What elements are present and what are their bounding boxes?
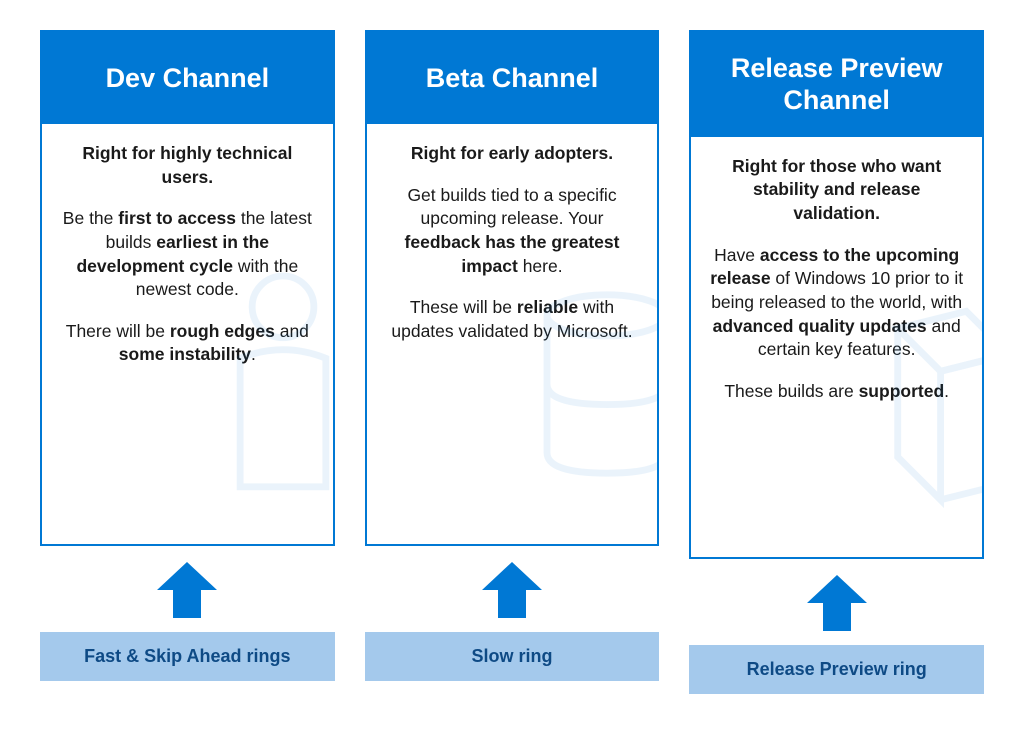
- channel-tagline: Right for highly technical users.: [60, 142, 315, 189]
- channel-column-release-preview: Release Preview Channel Right for those …: [689, 30, 984, 707]
- channel-para-2: These builds are supported.: [709, 380, 964, 404]
- channel-body: Right for those who want stability and r…: [691, 137, 982, 557]
- channel-para-1: Have access to the upcoming release of W…: [709, 244, 964, 362]
- channel-para-2: There will be rough edges and some insta…: [60, 320, 315, 367]
- ring-label: Release Preview ring: [689, 645, 984, 694]
- channel-tagline: Right for early adopters.: [385, 142, 640, 166]
- channel-tagline: Right for those who want stability and r…: [709, 155, 964, 226]
- channel-para-1: Get builds tied to a specific upcoming r…: [385, 184, 640, 279]
- channel-body: Right for early adopters. Get builds tie…: [367, 124, 658, 544]
- ring-label: Fast & Skip Ahead rings: [40, 632, 335, 681]
- ring-label: Slow ring: [365, 632, 660, 681]
- channel-card: Beta Channel Right for early adopters. G…: [365, 30, 660, 546]
- channel-column-beta: Beta Channel Right for early adopters. G…: [365, 30, 660, 707]
- channel-card: Release Preview Channel Right for those …: [689, 30, 984, 559]
- arrow-up-icon: [807, 575, 867, 631]
- channel-para-2: These will be reliable with updates vali…: [385, 296, 640, 343]
- channel-body: Right for highly technical users. Be the…: [42, 124, 333, 544]
- channel-column-dev: Dev Channel Right for highly technical u…: [40, 30, 335, 707]
- channel-title: Release Preview Channel: [691, 32, 982, 137]
- channel-para-1: Be the first to access the latest builds…: [60, 207, 315, 302]
- arrow-up-icon: [482, 562, 542, 618]
- channel-title: Dev Channel: [42, 32, 333, 124]
- channel-title: Beta Channel: [367, 32, 658, 124]
- arrow-up-icon: [157, 562, 217, 618]
- channel-card: Dev Channel Right for highly technical u…: [40, 30, 335, 546]
